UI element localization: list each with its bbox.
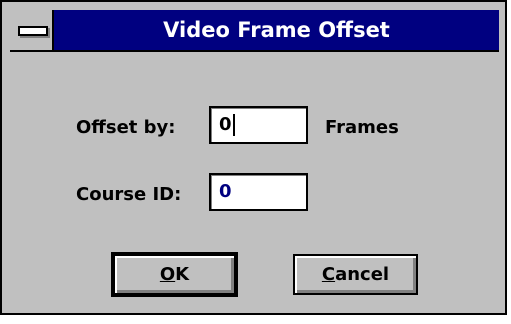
text-caret — [232, 114, 235, 136]
offset-label: Offset by: — [76, 117, 176, 138]
ok-mnemonic: O — [159, 264, 176, 285]
system-menu-button[interactable] — [10, 10, 54, 50]
offset-value: 0 — [219, 114, 232, 135]
window-title: Video Frame Offset — [163, 18, 390, 42]
cancel-label-rest: ancel — [335, 264, 390, 285]
dialog-window: Video Frame Offset Offset by: 0 Frames C… — [0, 0, 507, 315]
offset-input[interactable]: 0 — [209, 106, 308, 144]
ok-label-rest: K — [175, 264, 190, 285]
title-bar[interactable]: Video Frame Offset — [10, 10, 499, 52]
cancel-button[interactable]: Cancel — [293, 254, 418, 295]
course-id-label: Course ID: — [76, 184, 182, 205]
offset-unit-label: Frames — [325, 117, 399, 138]
system-menu-bar-icon — [18, 26, 48, 36]
ok-button[interactable]: OK — [111, 252, 238, 297]
course-id-value: 0 — [219, 181, 232, 202]
cancel-mnemonic: C — [321, 264, 336, 285]
course-id-input[interactable]: 0 — [209, 173, 308, 211]
